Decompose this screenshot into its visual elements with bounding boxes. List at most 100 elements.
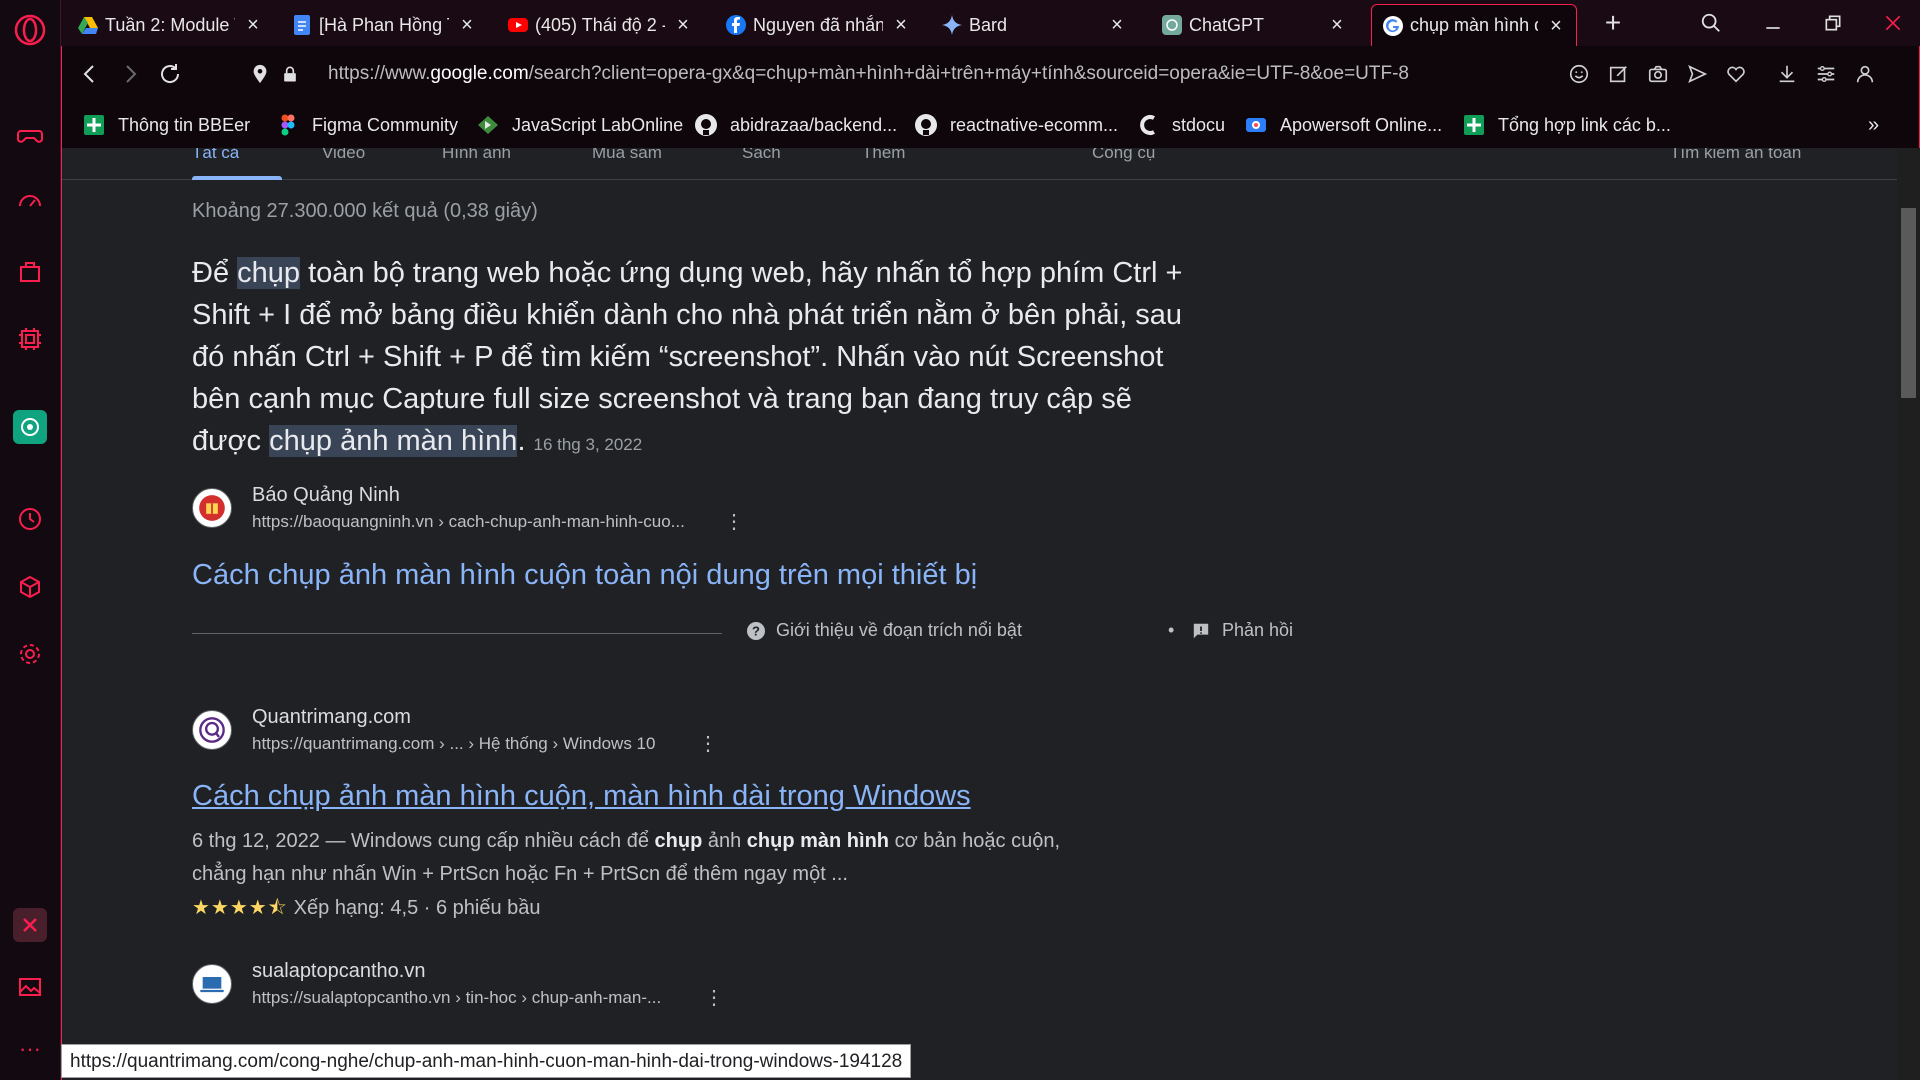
- settings-icon[interactable]: [13, 637, 47, 671]
- more-options-icon[interactable]: ⋮: [704, 988, 724, 1008]
- tab-youtube[interactable]: (405) Thái độ 2 - ×: [497, 4, 703, 46]
- gallery-icon[interactable]: [13, 970, 47, 1004]
- close-icon[interactable]: ×: [1546, 16, 1566, 36]
- history-icon[interactable]: [13, 502, 47, 536]
- bookmark-label: JavaScript LabOnline: [512, 114, 684, 135]
- minimize-icon[interactable]: [1758, 8, 1788, 38]
- close-icon[interactable]: ×: [243, 15, 263, 35]
- bookmark-thong-tin[interactable]: Thông tin BBEer: [82, 112, 250, 138]
- tab-tools[interactable]: Công cụ: [1092, 148, 1155, 176]
- lock-icon[interactable]: [276, 60, 304, 88]
- send-icon[interactable]: [1684, 61, 1710, 87]
- about-label: Giới thiệu về đoạn trích nổi bật: [776, 620, 1022, 640]
- apowersoft-icon: [1244, 113, 1268, 137]
- more-icon[interactable]: ···: [13, 1032, 47, 1066]
- youtube-icon: [507, 14, 529, 36]
- twitch-icon[interactable]: [13, 255, 47, 289]
- back-icon[interactable]: [76, 60, 104, 88]
- tab-chatgpt[interactable]: ChatGPT ×: [1151, 4, 1357, 46]
- close-icon[interactable]: ×: [457, 15, 477, 35]
- bookmark-github-reactnative[interactable]: reactnative-ecomm...: [914, 112, 1118, 138]
- more-bookmarks-icon[interactable]: »: [1868, 112, 1879, 138]
- search-tabs: Tất cả Video Hình ảnh Mua sắm Sách Thêm …: [62, 148, 1905, 180]
- snippet-text: .: [517, 425, 526, 457]
- tab-google-search[interactable]: chụp màn hình d ×: [1371, 4, 1577, 46]
- opera-gx-logo-icon[interactable]: [12, 12, 48, 48]
- bookmark-figma[interactable]: Figma Community: [276, 112, 458, 138]
- bookmark-tong-hop[interactable]: Tổng hợp link các b...: [1462, 112, 1671, 138]
- about-featured-snippets-link[interactable]: ? Giới thiệu về đoạn trích nổi bật: [746, 620, 1022, 641]
- tab-facebook[interactable]: Nguyen đã nhắn ×: [715, 4, 921, 46]
- bookmark-label: reactnative-ecomm...: [950, 114, 1119, 135]
- url-prefix: https://www.: [328, 63, 431, 84]
- url-path: /search?client=opera-gx&q=chụp+màn+hình+…: [528, 63, 1409, 84]
- snippet-highlight: chụp ảnh màn hình: [269, 425, 518, 457]
- restore-icon[interactable]: [1818, 8, 1848, 38]
- more-options-icon[interactable]: ⋮: [698, 734, 718, 754]
- bookmark-javascript-lab[interactable]: JavaScript LabOnline: [476, 112, 683, 138]
- bookmark-label: stdocu: [1172, 114, 1226, 135]
- gx-corner-icon[interactable]: [13, 118, 47, 152]
- github-icon: [914, 113, 938, 137]
- forward-icon[interactable]: [116, 60, 144, 88]
- profile-icon[interactable]: [1852, 61, 1878, 87]
- heart-icon[interactable]: [1723, 61, 1749, 87]
- tab-video[interactable]: Video: [322, 148, 365, 176]
- result-title[interactable]: Cách chụp ảnh màn hình cuộn, màn hình dà…: [192, 780, 971, 813]
- extensions-icon[interactable]: [13, 570, 47, 604]
- sualaptopcantho-icon: [192, 964, 232, 1004]
- scrollbar-thumb[interactable]: [1901, 208, 1916, 398]
- download-icon[interactable]: [1774, 61, 1800, 87]
- featured-result-title[interactable]: Cách chụp ảnh màn hình cuộn toàn nội dun…: [192, 559, 977, 592]
- tab-books[interactable]: Sách: [742, 148, 781, 176]
- tab-shopping[interactable]: Mua sắm: [592, 148, 662, 176]
- google-icon: [1382, 15, 1404, 37]
- page-scrollbar[interactable]: [1897, 148, 1920, 1080]
- edit-icon[interactable]: [1606, 61, 1632, 87]
- url-field[interactable]: https://www.google.com/search?client=ope…: [328, 60, 1409, 88]
- link-status-bar: https://quantrimang.com/cong-nghe/chup-a…: [61, 1044, 912, 1078]
- bookmark-apowersoft[interactable]: Apowersoft Online...: [1244, 112, 1442, 138]
- more-options-icon[interactable]: ⋮: [724, 512, 744, 532]
- feedback-link[interactable]: Phản hồi: [1192, 620, 1293, 641]
- tab-more[interactable]: Thêm: [862, 148, 905, 176]
- easy-setup-icon[interactable]: [1813, 61, 1839, 87]
- tab-docs[interactable]: [Hà Phan Hồng T ×: [281, 4, 487, 46]
- snippet-highlight: chụp: [237, 257, 301, 289]
- new-tab-icon[interactable]: +: [1598, 7, 1628, 38]
- result-source[interactable]: Quantrimang.com https://quantrimang.com …: [192, 706, 892, 758]
- close-icon[interactable]: ×: [1107, 15, 1127, 35]
- reload-icon[interactable]: [156, 60, 184, 88]
- result-source[interactable]: sualaptopcantho.vn https://sualaptopcant…: [192, 960, 892, 1012]
- close-icon[interactable]: ×: [1327, 15, 1347, 35]
- window-close-icon[interactable]: [1878, 8, 1908, 38]
- search-tabs-icon[interactable]: [1696, 8, 1726, 38]
- bookmark-github-backend[interactable]: abidrazaa/backend...: [694, 112, 897, 138]
- close-icon[interactable]: ×: [673, 15, 693, 35]
- tab-all[interactable]: Tất cả: [192, 148, 239, 176]
- snippet-text: Để: [192, 257, 238, 289]
- desc-text: ảnh: [702, 830, 747, 852]
- close-icon[interactable]: ×: [891, 15, 911, 35]
- featured-source[interactable]: Báo Quảng Ninh https://baoquangninh.vn ›…: [192, 484, 892, 536]
- tab-title: [Hà Phan Hồng T: [319, 14, 449, 35]
- tab-images[interactable]: Hình ảnh: [442, 148, 511, 176]
- bookmark-stdocu[interactable]: stdocu: [1136, 112, 1225, 138]
- tab-drive[interactable]: Tuần 2: Module T ×: [67, 4, 273, 46]
- tab-bard[interactable]: Bard ×: [931, 4, 1137, 46]
- camera-icon[interactable]: [1645, 61, 1671, 87]
- snapshot-icon[interactable]: [13, 908, 47, 942]
- bookmark-label: abidrazaa/backend...: [730, 114, 898, 135]
- bard-icon: [941, 14, 963, 36]
- tab-title: Tuần 2: Module T: [105, 14, 235, 35]
- hard-core-limiter-icon[interactable]: [13, 322, 47, 356]
- gx-control-icon[interactable]: [13, 185, 47, 219]
- emoji-icon[interactable]: [1566, 61, 1592, 87]
- safe-search-link[interactable]: Tìm kiếm an toàn: [1670, 148, 1801, 176]
- site-url: https://baoquangninh.vn › cach-chup-anh-…: [252, 512, 685, 531]
- chatgpt-sidebar-icon[interactable]: [13, 410, 47, 444]
- location-icon[interactable]: [246, 60, 274, 88]
- labonline-icon: [476, 113, 500, 137]
- address-bar: https://www.google.com/search?client=ope…: [61, 46, 1920, 102]
- github-icon: [694, 113, 718, 137]
